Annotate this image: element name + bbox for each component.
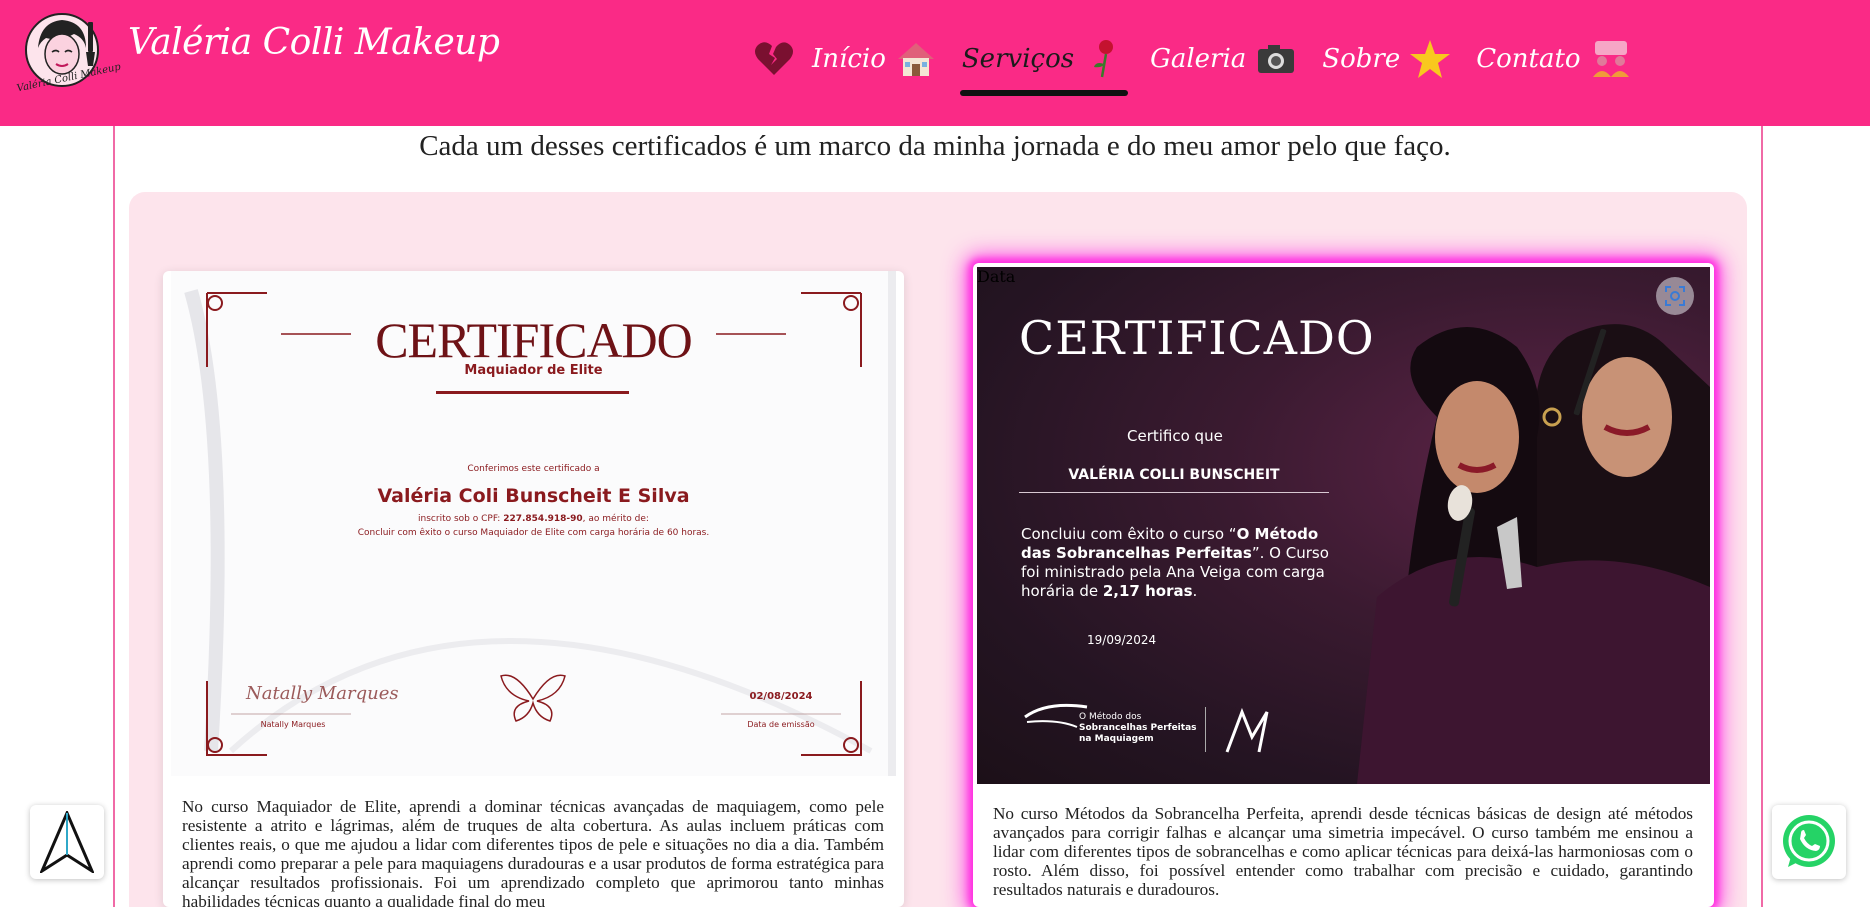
certificate-1-description: No curso Maquiador de Elite, aprendi a d…	[182, 797, 884, 907]
certificate-1-signature: Natally Marques	[246, 683, 399, 704]
certificate-1-cpf-line: inscrito sob o CPF: 227.854.918-90, ao m…	[171, 514, 896, 524]
certificate-2-name-line	[1019, 492, 1329, 493]
nav-sobre-label: Sobre	[1322, 44, 1401, 74]
certificate-image-2[interactable]: CERTIFICADO Certifico que VALÉRIA COLLI …	[977, 267, 1710, 784]
navigation-arrow-icon	[40, 811, 94, 873]
certificate-1-confirm-text: Conferimos este certificado a	[467, 464, 600, 474]
certificate-1-subtitle: Maquiador de Elite	[464, 363, 603, 378]
certificate-1-title: CERTIFICADO	[375, 312, 693, 368]
certificate-2-body: Concluiu com êxito o curso “O Método das…	[1021, 525, 1341, 601]
certificate-1-signer-name: Natally Marques	[260, 720, 326, 729]
scan-icon	[1664, 285, 1686, 307]
certificate-2-date: 19/09/2024	[1087, 633, 1157, 647]
brand-name[interactable]: Valéria Colli Makeup	[128, 22, 500, 63]
house-icon	[894, 37, 938, 81]
certificate-1-name: Valéria Coli Bunscheit E Silva	[377, 485, 690, 507]
certificate-2-description: No curso Métodos da Sobrancelha Perfeita…	[993, 804, 1693, 899]
certificate-1-date-label: Data de emissão	[747, 720, 815, 729]
nav-contato[interactable]: Contato	[1464, 28, 1644, 90]
star-icon	[1408, 37, 1452, 81]
nav-sobre[interactable]: Sobre	[1310, 28, 1464, 90]
certificate-2-name: VALÉRIA COLLI BUNSCHEIT	[1068, 467, 1280, 483]
whatsapp-icon	[1778, 811, 1840, 873]
rose-icon	[1082, 37, 1126, 81]
camera-icon	[1254, 37, 1298, 81]
logo-line-2: Sobrancelhas Perfeitas	[1079, 723, 1197, 733]
certificate-2-logo-separator	[1205, 707, 1206, 752]
nav-galeria[interactable]: Galeria	[1138, 28, 1310, 90]
certificate-image-1[interactable]: CERTIFICADO Maquiador de Elite Conferimo…	[171, 271, 896, 776]
nav-inicio-label: Início	[812, 44, 886, 74]
certificate-1-date: 02/08/2024	[749, 691, 813, 702]
main-nav: Início Serviços Galeria Sobre Contato	[740, 28, 1645, 96]
cpf-suffix: , ao mérito de:	[582, 514, 649, 524]
nav-inicio[interactable]: Início	[800, 28, 950, 90]
certificate-2-certify-text: Certifico que	[1127, 427, 1223, 445]
certificate-1-course-line: Concluir com êxito o curso Maquiador de …	[357, 528, 710, 538]
navigation-button[interactable]	[30, 805, 104, 879]
nav-servicos-label: Serviços	[961, 44, 1075, 74]
contact-people-icon	[1589, 37, 1633, 81]
whatsapp-button[interactable]	[1772, 805, 1846, 879]
body-prefix: Concluiu com êxito o curso “	[1021, 525, 1237, 543]
nav-galeria-label: Galeria	[1150, 44, 1247, 74]
nav-heart	[740, 28, 800, 90]
certificate-1-underline	[436, 391, 629, 394]
body-end: .	[1192, 582, 1198, 600]
logo-line-1: O Método dos	[1079, 712, 1142, 722]
certificate-2-title: CERTIFICADO	[1019, 311, 1375, 365]
certificate-card-2[interactable]: CERTIFICADO Certifico que VALÉRIA COLLI …	[973, 263, 1714, 907]
section-tagline: Cada um desses certificados é um marco d…	[419, 130, 1451, 162]
course-hours: 2,17 horas	[1102, 582, 1193, 600]
visual-search-button[interactable]	[1656, 277, 1694, 315]
logo[interactable]: Valéria Colli Makeup	[16, 8, 122, 100]
site-header: Valéria Colli Makeup Valéria Colli Makeu…	[0, 0, 1870, 126]
cpf-number: 227.854.918-90	[503, 514, 583, 524]
nav-contato-label: Contato	[1476, 44, 1581, 74]
nav-servicos[interactable]: Serviços	[950, 28, 1138, 96]
cpf-prefix: inscrito sob o CPF:	[418, 514, 501, 524]
broken-heart-icon	[752, 37, 796, 81]
certificate-2-course-logo-text: O Método dos Sobrancelhas Perfeitas na Maq…	[1079, 712, 1197, 745]
certificate-card-1[interactable]: CERTIFICADO Maquiador de Elite Conferimo…	[163, 271, 904, 907]
logo-line-3: na Maquiagem	[1079, 734, 1154, 744]
